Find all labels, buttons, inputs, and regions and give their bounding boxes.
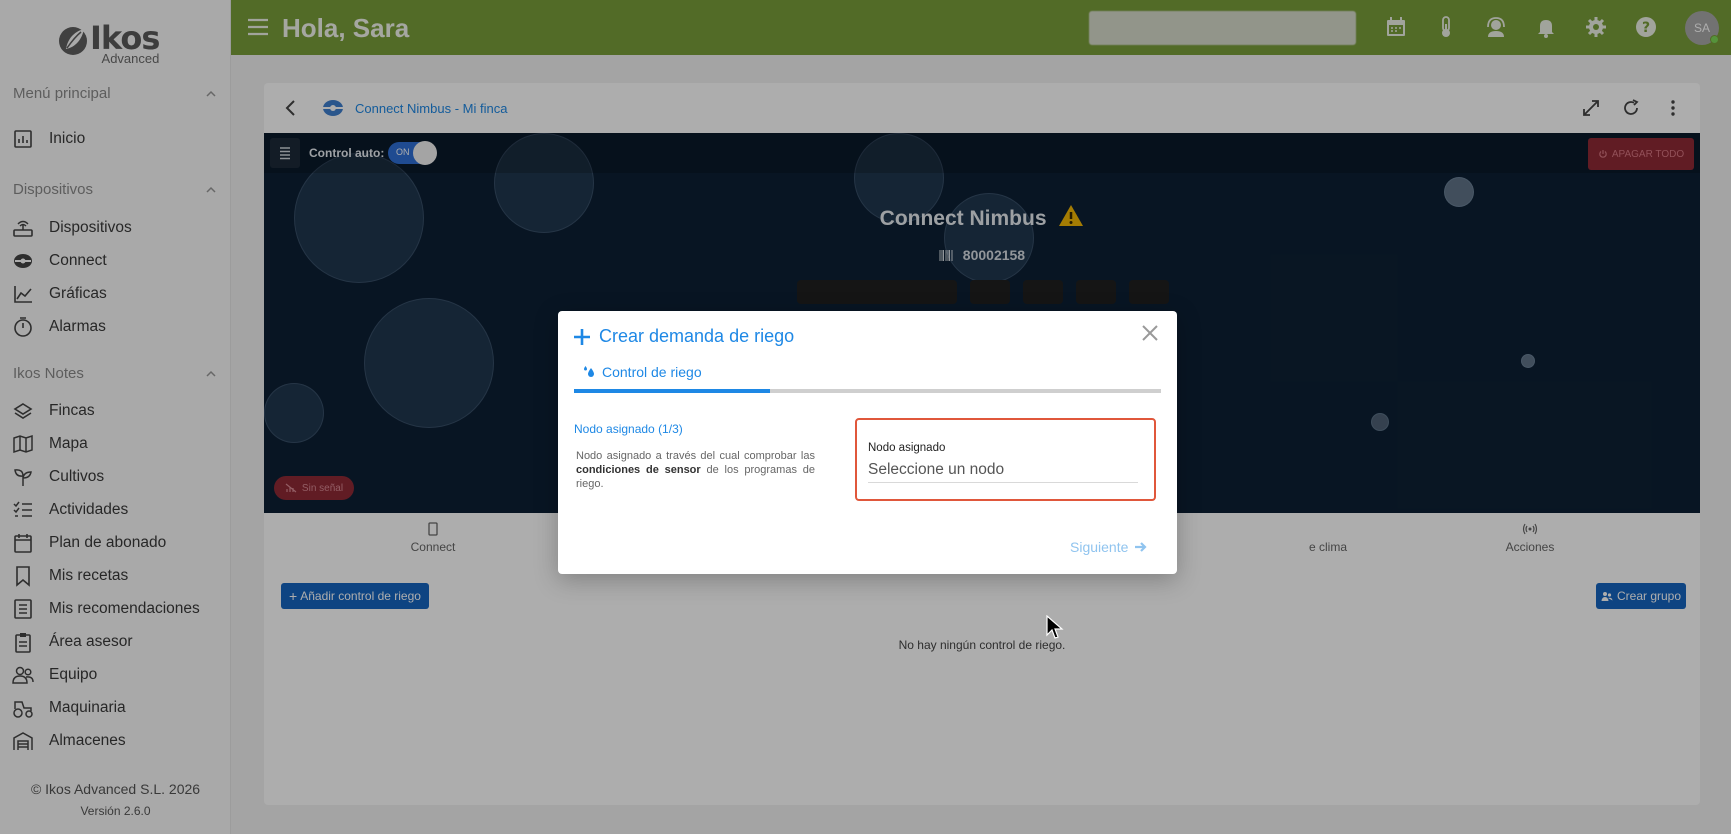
step-progress-bar bbox=[574, 389, 1161, 393]
description-text: Nodo asignado a través del cual comproba… bbox=[576, 450, 815, 462]
step-title: Nodo asignado (1/3) bbox=[574, 422, 683, 436]
mouse-cursor-icon bbox=[1046, 615, 1064, 639]
create-irrigation-demand-dialog: Crear demanda de riego Control de riego … bbox=[558, 311, 1177, 574]
tab-control-de-riego[interactable]: Control de riego bbox=[582, 364, 702, 380]
step-progress-fill bbox=[574, 389, 770, 393]
field-label: Nodo asignado bbox=[868, 442, 946, 454]
assigned-node-select[interactable] bbox=[868, 457, 1138, 483]
plus-icon bbox=[574, 328, 590, 345]
assigned-node-field[interactable]: Nodo asignado bbox=[855, 418, 1156, 501]
close-icon[interactable] bbox=[1140, 323, 1160, 343]
arrow-right-icon bbox=[1135, 542, 1147, 552]
water-drops-icon bbox=[584, 366, 594, 377]
dialog-title-row: Crear demanda de riego bbox=[573, 326, 794, 347]
next-button[interactable]: Siguiente bbox=[1070, 539, 1148, 555]
step-description: Nodo asignado a través del cual comproba… bbox=[576, 449, 815, 491]
next-label: Siguiente bbox=[1070, 539, 1129, 555]
dialog-title: Crear demanda de riego bbox=[599, 326, 795, 346]
description-emphasis: condiciones de sensor bbox=[576, 464, 701, 476]
tab-label: Control de riego bbox=[602, 364, 702, 380]
